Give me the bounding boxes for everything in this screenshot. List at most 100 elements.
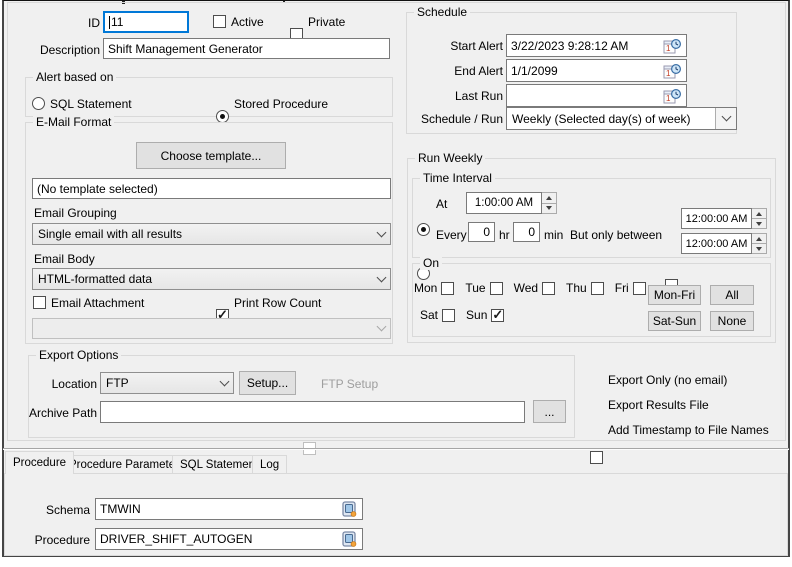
export-only-label: Export Only (no email) xyxy=(608,373,727,387)
none-button[interactable]: None xyxy=(710,311,754,331)
id-input[interactable]: 11 xyxy=(103,11,189,33)
lookup-magnifier-icon[interactable] xyxy=(340,531,358,548)
at-time-value[interactable]: 1:00:00 AM xyxy=(466,192,542,214)
ftp-setup-label: FTP Setup xyxy=(321,377,378,391)
svg-text:1: 1 xyxy=(666,94,671,103)
id-value: 11 xyxy=(111,15,123,29)
thu-checkbox[interactable] xyxy=(591,282,604,295)
export-only-checkbox[interactable] xyxy=(590,451,603,464)
hr-label: hr xyxy=(499,228,510,242)
weekday-row: Mon Tue Wed Thu Fri xyxy=(414,281,646,295)
attachment-format-select-disabled xyxy=(32,318,391,339)
chevron-down-icon xyxy=(377,322,387,332)
spin-down-icon[interactable] xyxy=(752,218,766,228)
spinner-buttons[interactable] xyxy=(542,192,557,214)
spin-down-icon[interactable] xyxy=(752,243,766,253)
chevron-down-icon xyxy=(721,112,731,122)
procedure-value: DRIVER_SHIFT_AUTOGEN xyxy=(100,532,340,546)
spin-up-icon[interactable] xyxy=(752,209,766,218)
between-to-value[interactable]: 12:00:00 AM xyxy=(681,233,752,254)
end-alert-input[interactable]: 1/1/2099 1 xyxy=(506,59,687,82)
setup-button[interactable]: Setup... xyxy=(239,371,296,395)
spinner-buttons[interactable] xyxy=(752,208,767,229)
between-from-spinner[interactable]: 12:00:00 AM xyxy=(681,208,767,229)
email-body-select[interactable]: HTML-formatted data xyxy=(32,268,391,290)
procedure-label: Procedure xyxy=(20,533,90,547)
description-label: Description xyxy=(20,43,100,57)
at-radio[interactable] xyxy=(417,223,430,236)
mon-label: Mon xyxy=(414,281,437,295)
all-button[interactable]: All xyxy=(710,285,754,305)
mon-checkbox[interactable] xyxy=(441,282,454,295)
spin-up-icon[interactable] xyxy=(542,193,556,203)
active-label: Active xyxy=(231,15,264,29)
between-to-spinner[interactable]: 12:00:00 AM xyxy=(681,233,767,254)
wed-checkbox[interactable] xyxy=(542,282,555,295)
wed-label: Wed xyxy=(514,281,538,295)
sat-checkbox[interactable] xyxy=(442,309,455,322)
spin-down-icon[interactable] xyxy=(542,203,556,214)
tue-label: Tue xyxy=(465,281,485,295)
print-row-count-label: Print Row Count xyxy=(234,296,321,310)
location-label: Location xyxy=(28,377,97,391)
tab-log[interactable]: Log xyxy=(252,455,287,474)
every-hr-input[interactable]: 0 xyxy=(468,222,495,242)
on-title: On xyxy=(420,256,442,270)
procedure-input[interactable]: DRIVER_SHIFT_AUTOGEN xyxy=(95,528,363,550)
alert-based-on-group: Alert based on SQL Statement Stored Proc… xyxy=(25,77,393,117)
fri-label: Fri xyxy=(615,281,629,295)
email-body-label: Email Body xyxy=(34,252,95,266)
calendar-clock-icon[interactable]: 1 xyxy=(662,37,682,55)
chevron-down-icon xyxy=(377,272,387,282)
tue-checkbox[interactable] xyxy=(490,282,503,295)
sat-sun-button[interactable]: Sat-Sun xyxy=(648,311,701,331)
spin-up-icon[interactable] xyxy=(752,234,766,243)
every-min-input[interactable]: 0 xyxy=(513,222,540,242)
screenshot-root: ID 11 Active Private Description Shift M… xyxy=(0,0,792,567)
end-alert-value: 1/1/2099 xyxy=(511,64,662,78)
every-label: Every xyxy=(436,228,467,242)
export-results-file-label: Export Results File xyxy=(608,398,709,412)
at-time-spinner[interactable]: 1:00:00 AM xyxy=(466,192,557,214)
sun-label: Sun xyxy=(466,308,487,322)
tab-procedure[interactable]: Procedure xyxy=(5,451,74,474)
lookup-magnifier-icon[interactable] xyxy=(340,501,358,518)
thu-label: Thu xyxy=(566,281,587,295)
choose-template-button[interactable]: Choose template... xyxy=(136,142,286,169)
active-checkbox[interactable] xyxy=(213,15,226,28)
dropdown-button[interactable] xyxy=(715,108,736,129)
sun-checkbox[interactable] xyxy=(491,309,504,322)
sat-label: Sat xyxy=(420,308,438,322)
description-value: Shift Management Generator xyxy=(108,42,263,56)
schema-input[interactable]: TMWIN xyxy=(95,498,363,520)
between-from-value[interactable]: 12:00:00 AM xyxy=(681,208,752,229)
sql-statement-radio[interactable] xyxy=(32,97,45,110)
start-alert-label: Start Alert xyxy=(406,39,503,53)
calendar-clock-icon[interactable]: 1 xyxy=(662,62,682,80)
schedule-run-value: Weekly (Selected day(s) of week) xyxy=(512,112,715,126)
calendar-clock-icon[interactable]: 1 xyxy=(662,87,682,105)
last-run-input[interactable]: 1 xyxy=(506,84,687,107)
email-attachment-checkbox[interactable] xyxy=(33,296,46,309)
browse-button[interactable]: ... xyxy=(533,400,566,423)
schedule-run-select[interactable]: Weekly (Selected day(s) of week) xyxy=(506,107,737,130)
export-options-title: Export Options xyxy=(36,348,121,362)
start-alert-input[interactable]: 3/22/2023 9:28:12 AM 1 xyxy=(506,34,687,57)
time-interval-title: Time Interval xyxy=(420,171,495,185)
schema-label: Schema xyxy=(20,503,90,517)
end-alert-label: End Alert xyxy=(406,64,503,78)
id-label: ID xyxy=(60,16,100,30)
email-grouping-select[interactable]: Single email with all results xyxy=(32,223,391,245)
location-select[interactable]: FTP xyxy=(100,372,234,394)
export-options-group: Export Options xyxy=(28,355,575,438)
fri-checkbox[interactable] xyxy=(633,282,646,295)
description-input[interactable]: Shift Management Generator xyxy=(103,38,390,59)
text-caret xyxy=(109,16,110,29)
schedule-title: Schedule xyxy=(414,5,470,19)
archive-path-input[interactable] xyxy=(100,401,525,423)
mon-fri-button[interactable]: Mon-Fri xyxy=(648,285,701,305)
svg-text:1: 1 xyxy=(666,69,671,78)
stored-procedure-label: Stored Procedure xyxy=(234,97,328,111)
weekend-row: Sat Sun xyxy=(420,308,504,322)
spinner-buttons[interactable] xyxy=(752,233,767,254)
